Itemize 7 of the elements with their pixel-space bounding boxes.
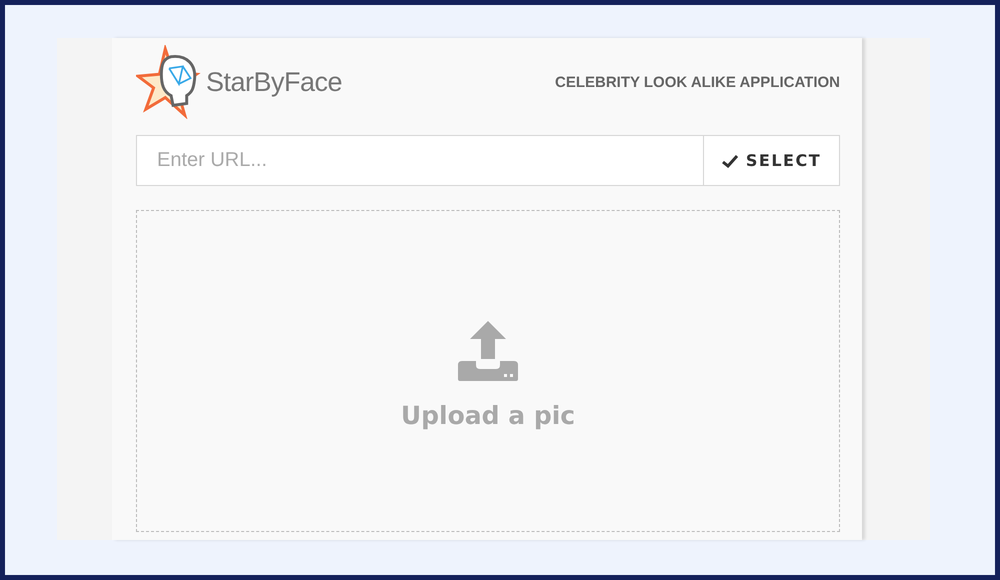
check-icon bbox=[722, 154, 738, 168]
select-button[interactable]: SELECT bbox=[704, 135, 840, 186]
url-input-field[interactable]: Enter URL... bbox=[136, 135, 704, 186]
tagline: CELEBRITY LOOK ALIKE APPLICATION bbox=[554, 74, 840, 90]
upload-icon bbox=[456, 318, 520, 382]
upload-label: Upload a pic bbox=[400, 400, 576, 430]
brand-name: StarByFace bbox=[206, 66, 342, 98]
